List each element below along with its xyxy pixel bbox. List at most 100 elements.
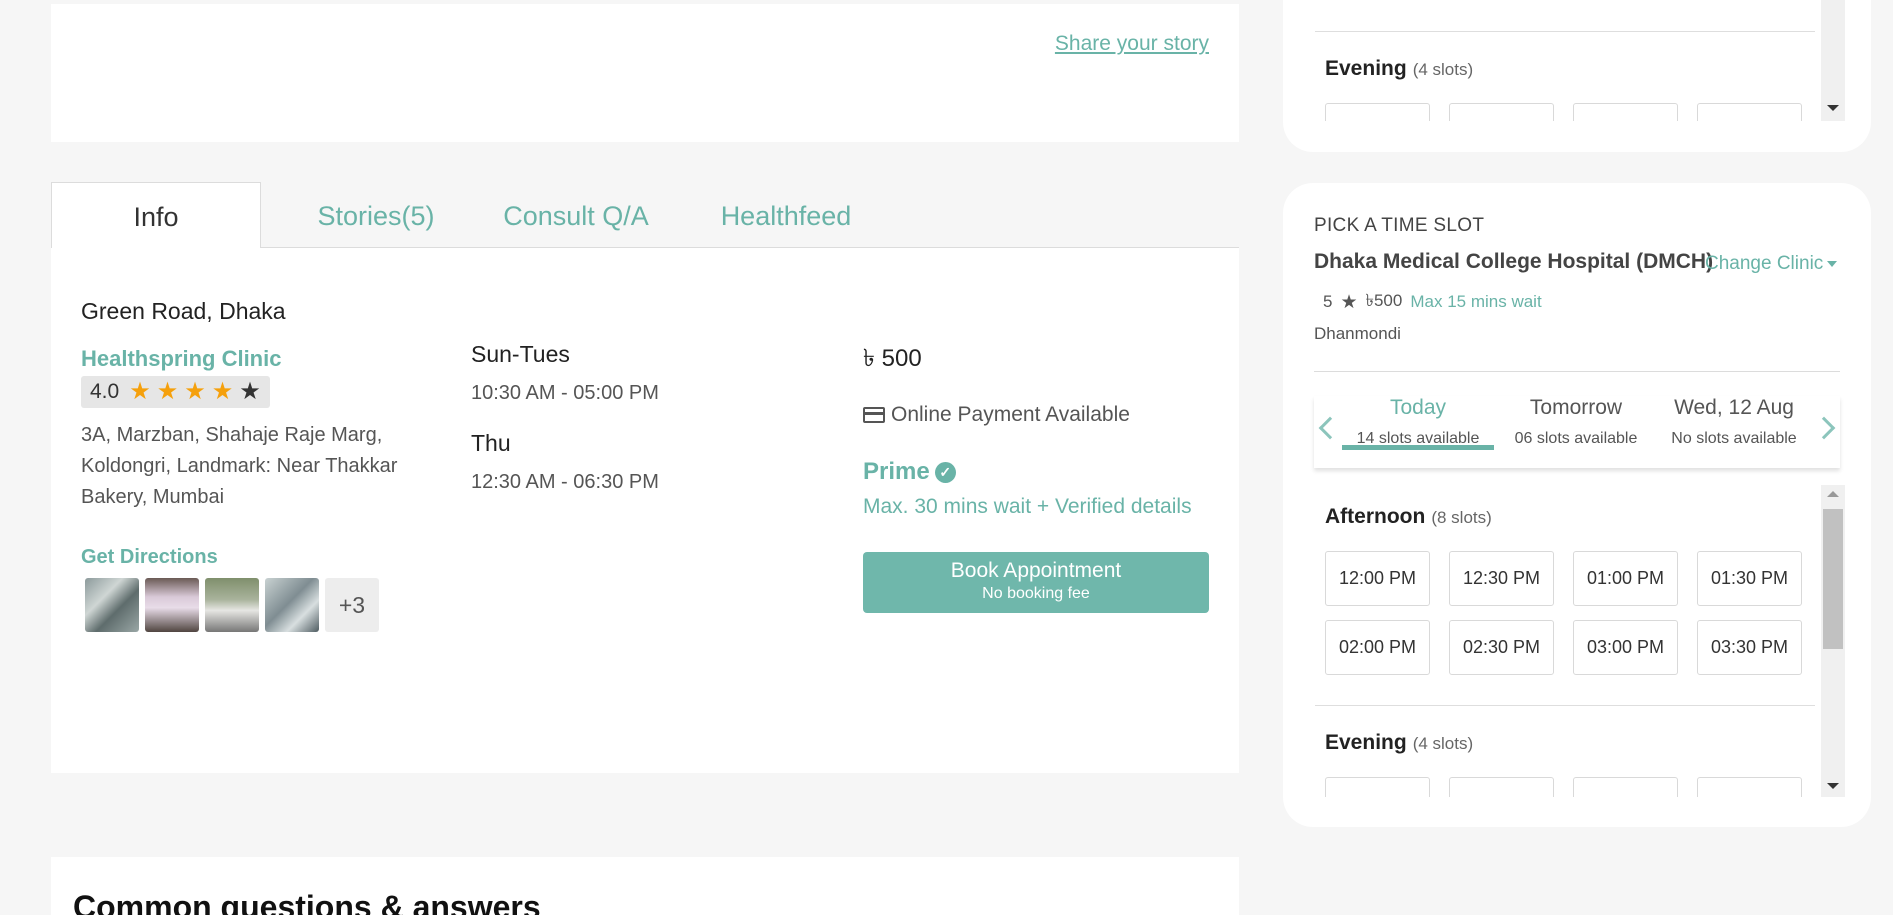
evening-header: Evening (4 slots) <box>1325 731 1473 755</box>
section-divider <box>1315 31 1815 32</box>
star-icon: ★ <box>184 378 206 405</box>
scrollbar[interactable] <box>1821 485 1845 797</box>
day-tab-wed[interactable]: Wed, 12 Aug No slots available <box>1658 396 1810 448</box>
rating-value: 4.0 <box>90 380 120 403</box>
profile-tabs: Info Stories(5) Consult Q/A Healthfeed <box>51 182 1239 249</box>
time-slot[interactable] <box>1573 103 1678 121</box>
online-payment-label: Online Payment Available <box>891 403 1130 426</box>
day-availability: 14 slots available <box>1356 430 1480 447</box>
hospital-name: Dhaka Medical College Hospital (DMCH) <box>1314 250 1714 273</box>
pick-slot-title: PICK A TIME SLOT <box>1314 215 1485 236</box>
prime-label: Prime <box>863 458 930 485</box>
afternoon-header: Afternoon (8 slots) <box>1325 505 1492 529</box>
time-slot[interactable]: 03:30 PM <box>1697 620 1802 675</box>
hospital-wait: Max 15 mins wait <box>1410 292 1542 311</box>
day-selector: Today 14 slots available Tomorrow 06 slo… <box>1314 396 1840 468</box>
scroll-down-arrow[interactable] <box>1827 105 1839 111</box>
clinic-location: Green Road, Dhaka <box>81 298 286 324</box>
time-slot[interactable]: 01:30 PM <box>1697 551 1802 606</box>
clinic-photos: +3 <box>85 578 379 632</box>
check-circle-icon: ✓ <box>934 461 956 483</box>
day-tab-tomorrow[interactable]: Tomorrow 06 slots available <box>1500 396 1652 448</box>
clinic-address: 3A, Marzban, Shahaje Raje Marg, Koldongr… <box>81 424 398 508</box>
caret-down-icon <box>1827 261 1838 267</box>
change-clinic-label: Change Clinic <box>1705 253 1824 274</box>
time-slot-picker: PICK A TIME SLOT Dhaka Medical College H… <box>1283 183 1871 827</box>
credit-card-icon <box>863 407 885 423</box>
time-slot[interactable]: 01:00 PM <box>1573 551 1678 606</box>
time-slot[interactable]: 12:00 PM <box>1325 551 1430 606</box>
hospital-rating: 5 <box>1323 292 1333 311</box>
clinic-photo[interactable] <box>205 578 259 632</box>
day-name: Today <box>1389 396 1447 419</box>
tab-info[interactable]: Info <box>51 182 261 249</box>
period-name: Evening <box>1325 57 1407 80</box>
qa-title: Common questions & answers <box>73 889 541 915</box>
day-name: Wed, 12 Aug <box>1674 396 1794 419</box>
hospital-meta: 5 ★ ৳500 Max 15 mins wait <box>1323 288 1542 316</box>
clinic-name-link[interactable]: Healthspring Clinic <box>81 346 281 372</box>
scrollbar[interactable] <box>1821 0 1845 121</box>
info-panel: Green Road, Dhaka Healthspring Clinic 4.… <box>51 248 1239 773</box>
time-slot[interactable]: 02:00 PM <box>1325 620 1430 675</box>
star-icon: ★ <box>1340 291 1358 313</box>
day-availability: No slots available <box>1671 430 1797 447</box>
star-empty-icon: ★ <box>239 378 261 405</box>
star-icon: ★ <box>129 378 151 405</box>
scroll-thumb[interactable] <box>1823 509 1843 649</box>
hospital-fee: ৳500 <box>1365 291 1403 310</box>
star-icon: ★ <box>156 378 179 405</box>
star-icon: ★ <box>211 378 234 405</box>
more-photos-button[interactable]: +3 <box>325 578 379 632</box>
day-name: Tomorrow <box>1529 396 1623 419</box>
chevron-right-icon[interactable] <box>1812 416 1836 440</box>
clinic-photo[interactable] <box>265 578 319 632</box>
time-slot[interactable] <box>1325 777 1430 797</box>
schedule-hours: 10:30 AM - 05:00 PM <box>471 382 659 404</box>
clinic-photo[interactable] <box>145 578 199 632</box>
hospital-area: Dhanmondi <box>1314 324 1401 343</box>
scroll-down-arrow[interactable] <box>1827 783 1839 789</box>
period-name: Evening <box>1325 731 1407 754</box>
schedule-hours: 12:30 AM - 06:30 PM <box>471 471 659 493</box>
scroll-up-arrow[interactable] <box>1827 491 1839 497</box>
day-availability: 06 slots available <box>1514 430 1638 447</box>
time-slot[interactable] <box>1573 777 1678 797</box>
no-booking-fee-label: No booking fee <box>982 585 1090 602</box>
time-slot[interactable] <box>1449 103 1554 121</box>
time-slot[interactable] <box>1325 103 1430 121</box>
get-directions-link[interactable]: Get Directions <box>81 546 218 569</box>
schedule-days: Thu <box>471 430 511 456</box>
share-your-story-link[interactable]: Share your story <box>1055 32 1209 56</box>
evening-header: Evening (4 slots) <box>1325 57 1473 81</box>
time-slot[interactable]: 02:30 PM <box>1449 620 1554 675</box>
period-name: Afternoon <box>1325 505 1426 528</box>
common-qa-section: Common questions & answers <box>51 857 1239 915</box>
tab-consult-qa[interactable]: Consult Q/A <box>491 182 661 248</box>
change-clinic-dropdown[interactable]: Change Clinic <box>1705 253 1838 275</box>
time-slot[interactable]: 03:00 PM <box>1573 620 1678 675</box>
period-count: (4 slots) <box>1412 60 1474 79</box>
slot-scroll-area[interactable]: Evening (4 slots) <box>1315 0 1845 121</box>
share-story-card: Share your story <box>51 4 1239 142</box>
period-count: (4 slots) <box>1412 734 1474 753</box>
slot-scroll-area[interactable]: Afternoon (8 slots) 12:00 PM 12:30 PM 01:… <box>1315 485 1845 797</box>
time-slot[interactable] <box>1697 777 1802 797</box>
period-count: (8 slots) <box>1431 508 1492 527</box>
tab-stories[interactable]: Stories(5) <box>281 182 471 248</box>
time-slot[interactable]: 12:30 PM <box>1449 551 1554 606</box>
online-payment-info: Online Payment Available <box>863 403 1130 427</box>
clinic-photo[interactable] <box>85 578 139 632</box>
chevron-left-icon[interactable] <box>1318 416 1342 440</box>
book-appointment-label: Book Appointment <box>950 559 1122 582</box>
section-divider <box>1315 705 1815 706</box>
time-slot[interactable] <box>1697 103 1802 121</box>
book-appointment-button[interactable]: Book Appointment No booking fee <box>863 552 1209 613</box>
clinic-rating: 4.0 ★ ★ ★ ★ ★ <box>81 376 270 408</box>
day-tab-today[interactable]: Today 14 slots available <box>1342 396 1494 450</box>
time-slot[interactable] <box>1449 777 1554 797</box>
previous-slot-card: Evening (4 slots) <box>1283 0 1871 152</box>
prime-badge: Prime ✓ <box>863 458 956 486</box>
prime-description: Max. 30 mins wait + Verified details <box>863 495 1192 518</box>
tab-healthfeed[interactable]: Healthfeed <box>701 182 871 248</box>
